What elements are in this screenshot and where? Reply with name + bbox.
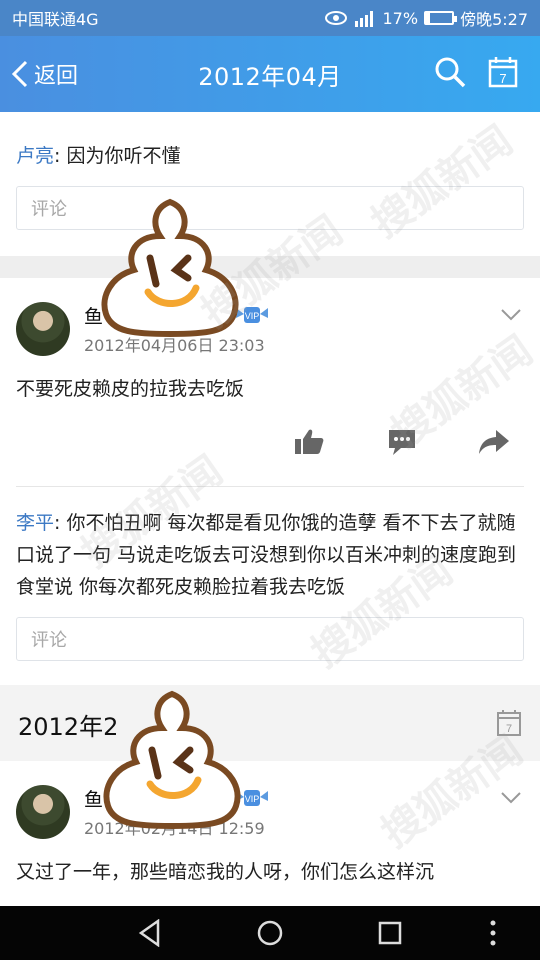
avatar[interactable] <box>16 785 70 839</box>
calendar-icon[interactable]: 7 <box>496 709 522 737</box>
chevron-down-icon[interactable] <box>500 791 522 805</box>
nav-back-icon[interactable] <box>138 919 162 947</box>
svg-text:7: 7 <box>499 71 506 86</box>
poop-emoji-icon <box>101 198 239 338</box>
svg-text:VIP: VIP <box>245 311 260 321</box>
post-header: 鱼 VIP 2012年02月14日 12:59 <box>0 761 540 857</box>
top-bar: 返回 2012年04月 7 <box>0 36 540 112</box>
status-right: 17% 傍晚5:27 <box>324 6 528 30</box>
comment-entry: 卢亮: 因为你听不懂 <box>16 145 181 167</box>
chevron-down-icon[interactable] <box>500 308 522 322</box>
comment-icon[interactable] <box>387 428 417 456</box>
nav-recent-icon[interactable] <box>378 919 402 947</box>
like-icon[interactable] <box>294 428 324 456</box>
battery-icon <box>424 11 458 25</box>
nav-menu-icon[interactable] <box>488 919 498 947</box>
section-gap <box>0 256 540 278</box>
post-text: 又过了一年，那些暗恋我的人呀，你们怎么这样沉 <box>16 861 435 883</box>
comment-entry: 李平: 你不怕丑啊 每次都是看见你饿的造孽 看不下去了就随口说了一句 马说走吃饭… <box>16 512 517 598</box>
clock: 傍晚5:27 <box>460 10 528 29</box>
comment-text: 你不怕丑啊 每次都是看见你饿的造孽 看不下去了就随口说了一句 马说走吃饭去可没想… <box>16 512 517 598</box>
month-section-header: 2012年2 7 <box>0 685 540 761</box>
status-bar: 中国联通4G 17% 傍晚5:27 <box>0 0 540 36</box>
avatar[interactable] <box>16 302 70 356</box>
back-label: 返回 <box>34 64 79 89</box>
back-button[interactable]: 返回 <box>0 36 78 112</box>
calendar-icon[interactable]: 7 <box>488 56 518 88</box>
back-arrow-icon <box>11 60 28 88</box>
post-text: 不要死皮赖皮的拉我去吃饭 <box>16 378 245 400</box>
svg-text:7: 7 <box>506 723 512 735</box>
comment-text: 因为你听不懂 <box>66 145 181 167</box>
comment-user[interactable]: 卢亮 <box>16 145 54 167</box>
battery-percent: 17% <box>382 8 419 28</box>
topbar-actions: 7 <box>434 56 518 88</box>
comment-input[interactable]: 评论 <box>16 617 524 661</box>
signal-icon <box>354 11 373 27</box>
comment-user[interactable]: 李平 <box>16 512 54 534</box>
search-icon[interactable] <box>434 56 466 88</box>
nav-home-icon[interactable] <box>256 919 284 947</box>
post-header: 鱼 VIP 2012年04月06日 23:03 <box>0 278 540 374</box>
svg-text:VIP: VIP <box>245 794 260 804</box>
timeline: 卢亮: 因为你听不懂 评论 鱼 VIP 2012年04月06日 23:03 不要… <box>0 112 540 906</box>
carrier-label: 中国联通4G <box>12 10 99 29</box>
post-actions <box>0 404 540 486</box>
comment-input[interactable]: 评论 <box>16 186 524 230</box>
share-icon[interactable] <box>478 428 510 456</box>
eye-icon <box>324 11 347 25</box>
system-nav-bar <box>0 906 540 960</box>
poop-emoji-icon <box>103 690 241 830</box>
